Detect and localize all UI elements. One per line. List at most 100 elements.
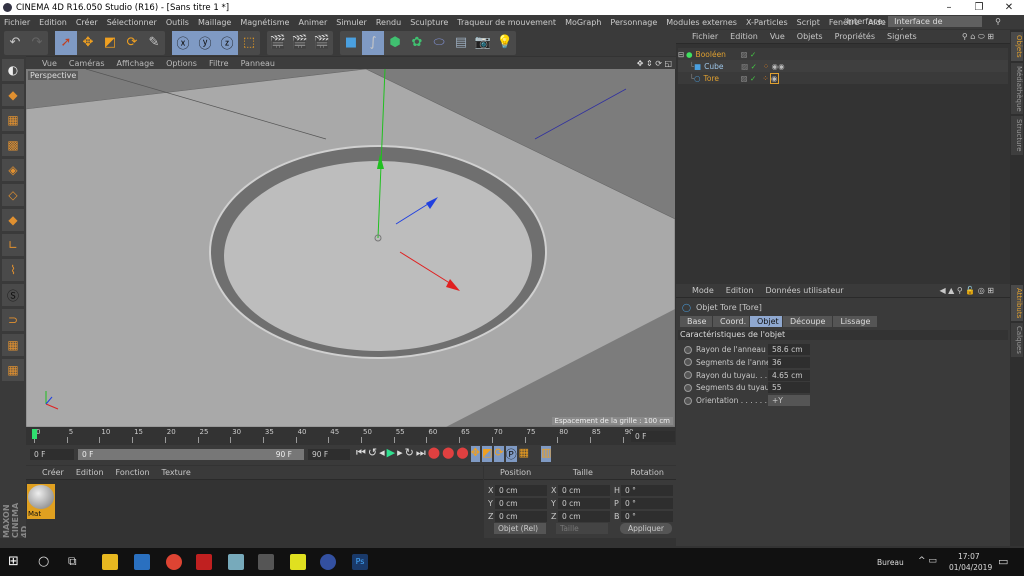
animate-radio[interactable] [684, 383, 692, 392]
auto-key-icon[interactable]: ⬤ [442, 446, 454, 462]
coord-field[interactable]: 0 ° [621, 485, 673, 496]
tab-lissage[interactable]: Lissage [833, 316, 878, 327]
minimize-button[interactable]: – [934, 0, 964, 15]
cube-icon[interactable]: ■ [340, 31, 362, 55]
visibility-icon[interactable]: ▨ ✓ [741, 74, 757, 83]
animate-radio[interactable] [684, 371, 692, 380]
visibility-icon[interactable]: ▨ ✓ [741, 50, 757, 59]
current-frame-field[interactable]: 0 F [631, 431, 675, 442]
menu-xparticles[interactable]: X-Particles [746, 18, 788, 27]
interface-dropdown[interactable]: Interface de démarrage [888, 16, 983, 37]
workplane-icon[interactable]: ▩ [2, 134, 24, 156]
attr-value-field[interactable]: +Y [768, 395, 810, 407]
points-mode-icon[interactable]: ◈ [2, 159, 24, 181]
start-frame-field[interactable]: 0 F [30, 449, 74, 460]
tag-icons[interactable]: ⁘ ◉◉ [763, 62, 785, 71]
menu-outils[interactable]: Outils [166, 18, 189, 27]
coord-field[interactable]: 0 cm [558, 485, 610, 496]
model-mode-icon[interactable]: ◆ [2, 84, 24, 106]
menu-rendu[interactable]: Rendu [376, 18, 401, 27]
viewport-menu-affichage[interactable]: Affichage [116, 59, 154, 68]
menu-creer[interactable]: Créer [76, 18, 98, 27]
scale-tool-icon[interactable]: ◩ [99, 31, 121, 55]
move-tool-icon[interactable]: ✥ [77, 31, 99, 55]
tray-icons[interactable]: ^ ▭ [918, 556, 937, 566]
sidetab-structure[interactable]: Structure [1011, 116, 1023, 155]
menu-personnage[interactable]: Personnage [610, 18, 657, 27]
obj-menu-edition[interactable]: Edition [730, 32, 758, 41]
sidetab-attributs[interactable]: Attributs [1011, 284, 1023, 322]
menu-maillage[interactable]: Maillage [198, 18, 231, 27]
obj-menu-signets[interactable]: Signets [887, 32, 917, 41]
notifications-icon[interactable]: ▭ [998, 555, 1008, 568]
menu-modules[interactable]: Modules externes [666, 18, 737, 27]
file-explorer-icon[interactable] [102, 554, 118, 570]
magnet-icon[interactable]: ⊃ [2, 309, 24, 331]
planar-workplane-icon[interactable]: ▦ [2, 359, 24, 381]
cinema4d-taskbar-icon[interactable] [320, 554, 336, 570]
camera-icon[interactable]: 📷 [472, 31, 494, 55]
edges-mode-icon[interactable]: ◇ [2, 184, 24, 206]
key-rotation-icon[interactable]: ⟳ [494, 446, 504, 462]
menu-traqueur[interactable]: Traqueur de mouvement [457, 18, 556, 27]
coord-field[interactable]: 0 cm [495, 511, 547, 522]
mat-menu-edition[interactable]: Edition [76, 468, 104, 477]
go-to-start-icon[interactable]: ⏮ [356, 446, 366, 462]
axis-mode-icon[interactable]: ∟ [2, 234, 24, 256]
prev-key-icon[interactable]: ↺ [368, 446, 377, 462]
attr-menu-donnees[interactable]: Données utilisateur [765, 286, 843, 295]
menu-selectionner[interactable]: Sélectionner [107, 18, 157, 27]
menu-fichier[interactable]: Fichier [4, 18, 30, 27]
object-row-booleen[interactable]: ⊟ ● Booléen ▨ ✓ [678, 48, 1008, 60]
render-view-icon[interactable]: 🎬 [267, 31, 289, 55]
deformer-icon[interactable]: ⬭ [428, 31, 450, 55]
tag-icons[interactable]: ⁘ ◉ [762, 72, 779, 84]
photoshop-icon[interactable]: Ps [352, 554, 368, 570]
viewport-menu-options[interactable]: Options [166, 59, 197, 68]
desktop-label[interactable]: Bureau [877, 558, 904, 567]
windows-start-icon[interactable]: ⊞ [8, 554, 24, 570]
play-icon[interactable]: ▶ [387, 446, 395, 462]
attr-menu-mode[interactable]: Mode [692, 286, 714, 295]
coord-field[interactable]: 0 ° [621, 511, 673, 522]
coords-size-dropdown[interactable]: Taille [556, 523, 608, 534]
chrome-icon[interactable] [166, 554, 182, 570]
restore-button[interactable]: ❐ [964, 0, 994, 15]
animate-radio[interactable] [684, 396, 692, 405]
menu-sculpture[interactable]: Sculpture [410, 18, 448, 27]
snap-icon[interactable]: Ⓢ [2, 284, 24, 306]
next-key-icon[interactable]: ↻ [405, 446, 414, 462]
menu-edition[interactable]: Edition [39, 18, 67, 27]
app-icon[interactable] [290, 554, 306, 570]
filezilla-icon[interactable] [196, 554, 212, 570]
obj-menu-vue[interactable]: Vue [770, 32, 785, 41]
timeline[interactable]: 0 5 10 15 20 25 30 35 40 45 50 55 60 65 70 75 80 85 90 0 F [26, 428, 676, 444]
mat-menu-creer[interactable]: Créer [42, 468, 64, 477]
nurbs-icon[interactable]: ⬢ [384, 31, 406, 55]
tab-coord[interactable]: Coord. [713, 316, 749, 327]
z-axis-icon[interactable]: ⓩ [216, 30, 238, 55]
viewport-nav-icons[interactable]: ✥ ⇕ ⟳ ◱ [637, 59, 672, 68]
attr-toolbar-icons[interactable]: ◀ ▲ ⚲ 🔓 ◎ ⊞ [939, 286, 994, 295]
light-icon[interactable]: 💡 [494, 31, 516, 55]
timeline-window-icon[interactable]: ▥ [540, 446, 552, 462]
visibility-icon[interactable]: ▨ ✓ [741, 62, 757, 71]
animate-radio[interactable] [684, 358, 692, 367]
spline-icon[interactable]: ∫ [362, 30, 384, 55]
menu-animer[interactable]: Animer [298, 18, 327, 27]
go-to-end-icon[interactable]: ⏭ [416, 446, 426, 462]
tab-decoupe[interactable]: Découpe [783, 316, 833, 327]
obj-menu-objets[interactable]: Objets [797, 32, 823, 41]
render-settings-icon[interactable]: 🎬 [311, 31, 333, 55]
end-frame-field[interactable]: 90 F [308, 449, 350, 460]
floor-icon[interactable]: ▤ [450, 31, 472, 55]
x-axis-icon[interactable]: ⓧ [172, 30, 194, 55]
obj-menu-proprietes[interactable]: Propriétés [835, 32, 875, 41]
make-editable-icon[interactable]: ◐ [2, 59, 24, 81]
tweak-icon[interactable]: ⌇ [2, 259, 24, 281]
array-icon[interactable]: ✿ [406, 31, 428, 55]
polygons-mode-icon[interactable]: ◆ [2, 209, 24, 231]
material-item[interactable]: Mat [27, 484, 55, 519]
range-slider[interactable]: 0 F 90 F [78, 449, 304, 460]
coord-field[interactable]: 0 cm [495, 498, 547, 509]
